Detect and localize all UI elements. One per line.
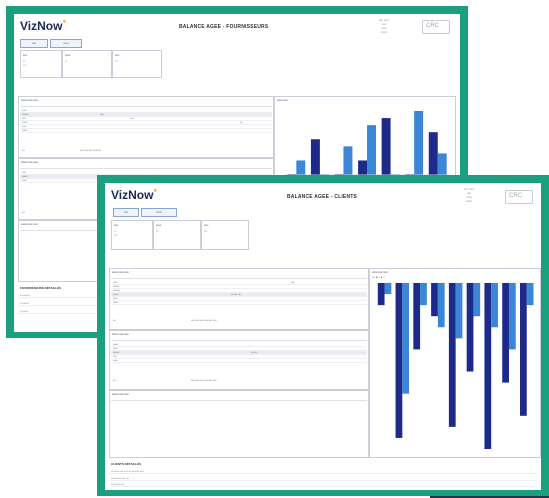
viznow-logo: VizNow● bbox=[111, 188, 158, 202]
chart-bar bbox=[520, 283, 527, 416]
chart-bar bbox=[502, 283, 509, 383]
chart-bar bbox=[395, 283, 403, 438]
table-row: ▪▪ ▪▪▪▪▪▪▪ ▪▪▪▪ bbox=[109, 483, 537, 487]
balance-chart bbox=[376, 282, 536, 449]
balance-table-1: ▪▪▪▪▪▪ ▪▪▪▪ ▪▪▪▪ ▪▪▪▪▪ ▪▪▪▪▪▪▪ ▪▪▪▪ ▪▪▪▪ ▪… bbox=[18, 96, 274, 158]
page-title: BALANCE AGEE - CLIENTS bbox=[287, 194, 358, 200]
chart-bar bbox=[448, 283, 456, 427]
brand-logo: CRC bbox=[505, 190, 533, 204]
details-title: FOURNISSEURS DÉTAILLÉS bbox=[20, 286, 62, 290]
chart-bar bbox=[420, 283, 427, 306]
page-title: BALANCE AGEE - FOURNISSEURS bbox=[179, 24, 269, 30]
details-title: CLIENTS DÉTAILLÉS bbox=[111, 462, 142, 466]
filter-fournisseur[interactable]: ▪▪▪▪▪ ▪▪ bbox=[62, 50, 112, 78]
front-screen: VizNow● BALANCE AGEE - CLIENTS ▪▪▪▪ ▪▪▪▪… bbox=[105, 183, 541, 490]
balance-table-3: ▪▪▪▪▪▪ ▪▪▪▪ ▪▪▪▪ bbox=[109, 390, 369, 458]
chart-bar bbox=[431, 283, 438, 317]
chart-bar bbox=[526, 283, 534, 306]
chart-bar bbox=[367, 125, 376, 175]
viznow-logo: VizNow● bbox=[20, 19, 67, 33]
reset-button[interactable]: ▪▪▪▪ bbox=[20, 39, 48, 48]
chart-bar bbox=[384, 283, 392, 295]
table-header-row: ▪▪▪ ▪▪▪▪▪ ▪▪▪▪ ▪▪▪▪ ▪▪▪ ▪▪▪▪ ▪▪▪ ▪▪▪▪ bbox=[109, 470, 537, 474]
chart-bar bbox=[484, 283, 492, 449]
export-button[interactable]: ▪▪▪▪▪▪ bbox=[141, 208, 177, 217]
chart-bar bbox=[491, 283, 498, 328]
user-info: ▪▪▪▪ ▪▪▪▪▪ ▪▪▪▪ ▪▪▪▪▪ ▪▪▪▪▪▪ bbox=[378, 18, 390, 34]
table-row: ▪▪ ▪▪▪▪▪▪▪▪ ▪▪▪▪ ▪▪▪ bbox=[109, 477, 537, 481]
chart-bar bbox=[414, 111, 424, 175]
chart-bar bbox=[437, 153, 447, 175]
chart-bar bbox=[508, 283, 516, 350]
export-button[interactable]: ▪▪▪▪▪ bbox=[50, 39, 82, 48]
balance-table-1: ▪▪▪▪▪▪ ▪▪▪▪ ▪▪▪▪ ▪▪▪▪▪ ▪▪▪▪ ▪▪▪▪▪▪▪ ▪▪▪▪▪… bbox=[109, 268, 369, 330]
chart-bar bbox=[358, 160, 368, 175]
user-info: ▪▪▪▪ ▪▪▪▪▪ ▪▪▪▪ ▪▪▪▪▪ ▪▪▪▪▪▪ bbox=[463, 187, 475, 203]
filter-societe[interactable]: ▪▪▪▪ ▪▪▪ bbox=[201, 220, 249, 250]
chart-bar bbox=[296, 160, 306, 175]
chart-bar bbox=[402, 283, 410, 394]
balance-table-2: ▪▪▪▪▪▪ ▪▪▪▪ ▪▪▪▪ ▪▪▪▪▪▪ ▪▪▪▪▪ ▪▪▪▪▪▪▪ ▪▪▪… bbox=[109, 330, 369, 390]
filter-exercice[interactable]: ▪▪▪▪ ▪▪ ▪▪▪ bbox=[111, 220, 153, 250]
chart-bar bbox=[437, 283, 445, 328]
brand-logo: CRC bbox=[422, 20, 450, 34]
chart-bar bbox=[428, 132, 438, 175]
filter-client[interactable]: ▪▪▪▪▪ ▪▪ bbox=[153, 220, 201, 250]
filter-exercice[interactable]: ▪▪▪▪ ▪▪ ▪▪▪ bbox=[20, 50, 62, 78]
chart-bar bbox=[455, 283, 463, 339]
chart-bar bbox=[413, 283, 421, 350]
chart-bar bbox=[310, 139, 320, 175]
chart-bar bbox=[343, 146, 353, 175]
chart-bar bbox=[473, 283, 481, 317]
chart-bar bbox=[466, 283, 474, 372]
balance-chart-panel: ▪▪▪▪▪ ▪▪▪▪ ▪▪▪▪ ▪▪▪ ● ▪ ● ▪ bbox=[369, 268, 541, 458]
chart-bar bbox=[381, 118, 391, 175]
filter-societe[interactable]: ▪▪▪▪ ▪▪▪ bbox=[112, 50, 162, 78]
reset-button[interactable]: ▪▪▪▪ bbox=[113, 208, 139, 217]
chart-bar bbox=[377, 283, 385, 306]
